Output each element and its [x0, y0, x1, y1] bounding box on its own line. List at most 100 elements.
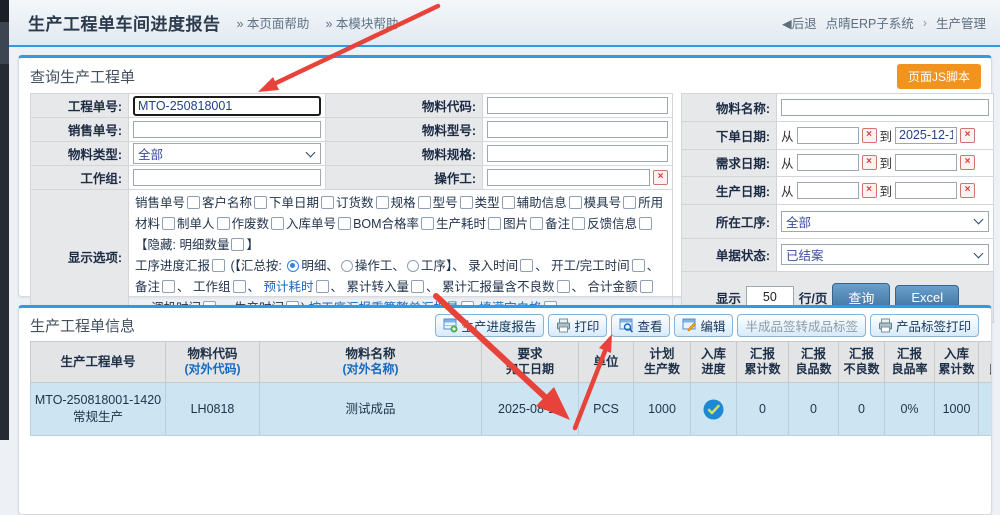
module-help-link[interactable]: » 本模块帮助	[325, 13, 398, 32]
column-header: 汇报良品数	[789, 342, 839, 383]
option-checkbox[interactable]	[639, 217, 652, 230]
clear-date-icon[interactable]: ×	[960, 128, 975, 143]
option-label: 明细	[301, 259, 326, 273]
summary-mode-radio[interactable]	[341, 260, 353, 272]
option-checkbox[interactable]	[421, 217, 434, 230]
column-header: 单位	[579, 342, 634, 383]
stock-in-progress-check-icon	[703, 401, 724, 415]
option-checkbox[interactable]	[231, 238, 244, 251]
clear-date-icon[interactable]: ×	[960, 183, 975, 198]
option-checkbox[interactable]	[321, 196, 334, 209]
material-type-select[interactable]: 全部	[133, 143, 321, 164]
grid-cell: 0	[737, 383, 789, 436]
option-checkbox[interactable]	[271, 217, 284, 230]
summary-mode-radio[interactable]	[407, 260, 419, 272]
production-date-to-input[interactable]	[895, 182, 957, 199]
order-date-from-input[interactable]	[797, 127, 859, 144]
option-checkbox[interactable]	[316, 280, 329, 293]
option-checkbox[interactable]	[530, 217, 543, 230]
doc-status-select[interactable]: 已结案	[781, 244, 989, 265]
options-text: 、	[426, 280, 442, 294]
edit-button[interactable]: 编辑	[674, 314, 733, 337]
label-order-date: 下单日期:	[682, 121, 777, 149]
date-to-label: 到	[880, 126, 893, 145]
clear-date-icon[interactable]: ×	[862, 183, 877, 198]
option-checkbox[interactable]	[418, 196, 431, 209]
clear-date-icon[interactable]: ×	[960, 155, 975, 170]
option-checkbox[interactable]	[162, 280, 175, 293]
grid-cell: 1000	[634, 383, 691, 436]
order-no-input[interactable]	[133, 96, 321, 116]
option-checkbox[interactable]	[162, 217, 175, 230]
print-button[interactable]: 打印	[548, 314, 607, 337]
demand-date-from-input[interactable]	[797, 154, 859, 171]
option-checkbox[interactable]	[212, 259, 225, 272]
option-label: 规格	[391, 196, 416, 210]
query-form-left: 工程单号: 物料代码: 销售单号: 物料型号: 物料类型: 全部	[30, 93, 673, 323]
label-material-name: 物料名称:	[682, 94, 777, 122]
option-label: 制单人	[177, 217, 215, 231]
product-label-print-button[interactable]: 产品标签打印	[870, 314, 979, 337]
option-checkbox[interactable]	[520, 259, 533, 272]
option-checkbox[interactable]	[502, 196, 515, 209]
options-text: 、	[535, 259, 551, 273]
work-group-input[interactable]	[133, 169, 321, 186]
printer-icon	[878, 318, 893, 333]
option-checkbox[interactable]	[233, 280, 246, 293]
option-checkbox[interactable]	[640, 280, 653, 293]
material-spec-input[interactable]	[487, 145, 668, 162]
summary-mode-radio[interactable]	[287, 260, 299, 272]
label-demand-date: 需求日期:	[682, 149, 777, 177]
semi-to-finished-label-button[interactable]: 半成品签转成品标签	[737, 314, 866, 337]
operator-input[interactable]	[487, 169, 650, 186]
page-help-link[interactable]: » 本页面帮助	[237, 13, 310, 32]
display-label: 显示	[716, 288, 741, 307]
back-button[interactable]: ◀后退	[782, 13, 817, 32]
option-label: 累计汇报量含不良数	[442, 280, 555, 294]
material-name-input[interactable]	[781, 99, 989, 116]
clear-date-icon[interactable]: ×	[862, 155, 877, 170]
date-from-label: 从	[781, 126, 794, 145]
option-label: 图片	[503, 217, 528, 231]
option-label: 【隐藏: 明细数量	[135, 238, 229, 252]
option-label: 作废数	[232, 217, 270, 231]
option-checkbox[interactable]	[557, 280, 570, 293]
breadcrumb-system[interactable]: 点晴ERP子系统	[826, 13, 914, 32]
date-from-label: 从	[781, 153, 794, 172]
option-checkbox[interactable]	[217, 217, 230, 230]
order-date-to-input[interactable]	[895, 127, 957, 144]
option-label: 工作组	[193, 280, 231, 294]
table-row[interactable]: MTO-250818001-1420常规生产LH0818测试成品2025-08-…	[31, 383, 992, 436]
material-code-input[interactable]	[487, 97, 668, 114]
option-checkbox[interactable]	[411, 280, 424, 293]
option-checkbox[interactable]	[488, 217, 501, 230]
option-checkbox[interactable]	[376, 196, 389, 209]
column-header: 要求完工日期	[482, 342, 579, 383]
option-checkbox[interactable]	[632, 259, 645, 272]
grid-cell: MTO-250818001-1420常规生产	[31, 383, 166, 436]
option-checkbox[interactable]	[569, 196, 582, 209]
clear-operator-icon[interactable]: ×	[653, 170, 668, 185]
sales-no-input[interactable]	[133, 121, 321, 138]
option-checkbox[interactable]	[187, 196, 200, 209]
material-model-input[interactable]	[487, 121, 668, 138]
option-label: 型号	[433, 196, 458, 210]
option-checkbox[interactable]	[460, 196, 473, 209]
production-date-from-input[interactable]	[797, 182, 859, 199]
printer-icon	[556, 318, 571, 333]
grid-cell: 0%	[885, 383, 935, 436]
current-process-select[interactable]: 全部	[781, 211, 989, 232]
option-checkbox[interactable]	[338, 217, 351, 230]
clear-date-icon[interactable]: ×	[862, 128, 877, 143]
option-checkbox[interactable]	[623, 196, 636, 209]
breadcrumb-section[interactable]: 生产管理	[936, 13, 986, 32]
option-label: 反馈信息	[587, 217, 637, 231]
view-button[interactable]: 查看	[611, 314, 670, 337]
option-checkbox[interactable]	[572, 217, 585, 230]
page-js-script-button[interactable]: 页面JS脚本	[897, 64, 981, 89]
option-label: 累计转入量	[347, 280, 410, 294]
demand-date-to-input[interactable]	[895, 154, 957, 171]
option-checkbox[interactable]	[254, 196, 267, 209]
option-label: 工序进度汇报	[135, 259, 210, 273]
production-progress-report-button[interactable]: 生产进度报告	[435, 314, 544, 337]
